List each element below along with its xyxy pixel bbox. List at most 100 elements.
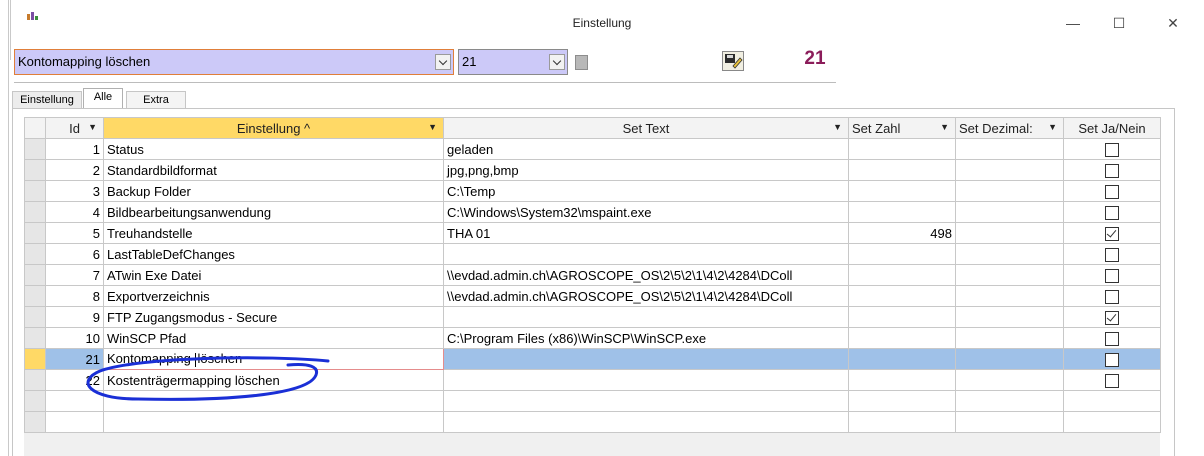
cell-id[interactable]: 2	[45, 159, 104, 181]
row-selector[interactable]	[24, 327, 46, 349]
ja-nein-checkbox[interactable]	[1105, 163, 1119, 178]
cell-set-text[interactable]	[443, 243, 849, 265]
cell-einstellung[interactable]: Exportverzeichnis	[103, 285, 444, 307]
ja-nein-checkbox[interactable]	[1105, 226, 1119, 241]
column-header-id[interactable]: Id ▼	[45, 117, 104, 139]
column-header-set-text[interactable]: Set Text ▼	[443, 117, 849, 139]
close-button[interactable]: ✕	[1150, 10, 1196, 36]
table-row[interactable]: 9 FTP Zugangsmodus - Secure	[24, 306, 1161, 328]
row-selector[interactable]	[24, 243, 46, 265]
cell-id[interactable]: 8	[45, 285, 104, 307]
row-selector[interactable]	[24, 264, 46, 286]
id-combobox[interactable]: 21	[458, 49, 568, 75]
table-row[interactable]: 8 Exportverzeichnis \\evdad.admin.ch\AGROS…	[24, 285, 1161, 307]
cell-set-zahl[interactable]	[848, 306, 956, 328]
cell-set-zahl[interactable]	[848, 243, 956, 265]
cell-id[interactable]: 10	[45, 327, 104, 349]
column-header-set-ja-nein[interactable]: Set Ja/Nein	[1063, 117, 1161, 139]
table-row[interactable]: 10 WinSCP Pfad C:\Program Files (x86)\WinS…	[24, 327, 1161, 349]
row-selector[interactable]	[24, 369, 46, 391]
cell-set-dezimal[interactable]	[955, 285, 1064, 307]
table-row[interactable]: 7 ATwin Exe Datei \\evdad.admin.ch\AGROSCO…	[24, 264, 1161, 286]
cell-set-zahl[interactable]: 498	[848, 222, 956, 244]
cell-id[interactable]: 4	[45, 201, 104, 223]
table-row[interactable]: 22 Kostenträgermapping löschen	[24, 369, 1161, 391]
table-row[interactable]: 6 LastTableDefChanges	[24, 243, 1161, 265]
cell-id[interactable]: 21	[45, 348, 104, 370]
row-selector[interactable]	[24, 180, 46, 202]
row-selector[interactable]	[24, 348, 46, 370]
filter-dropdown-icon[interactable]: ▼	[88, 122, 97, 132]
cell-set-dezimal[interactable]	[955, 222, 1064, 244]
cell-einstellung[interactable]: Kontomapping löschen	[103, 348, 444, 370]
row-selector[interactable]	[24, 222, 46, 244]
cell-set-text[interactable]	[443, 348, 849, 370]
cell-id[interactable]: 5	[45, 222, 104, 244]
minimize-button[interactable]: —	[1050, 10, 1096, 36]
filter-dropdown-icon[interactable]: ▼	[940, 122, 949, 132]
cell-id[interactable]: 9	[45, 306, 104, 328]
table-row[interactable]: 3 Backup Folder C:\Temp	[24, 180, 1161, 202]
ja-nein-checkbox[interactable]	[1105, 373, 1119, 388]
cell-set-zahl[interactable]	[848, 264, 956, 286]
ja-nein-checkbox[interactable]	[1105, 331, 1119, 346]
cell-set-zahl[interactable]	[848, 348, 956, 370]
cell-einstellung[interactable]: Status	[103, 138, 444, 160]
cell-set-zahl[interactable]	[848, 201, 956, 223]
ja-nein-checkbox[interactable]	[1105, 268, 1119, 283]
row-selector[interactable]	[24, 201, 46, 223]
cell-set-dezimal[interactable]	[955, 201, 1064, 223]
cell-set-text[interactable]: jpg,png,bmp	[443, 159, 849, 181]
maximize-button[interactable]: ☐	[1096, 10, 1142, 36]
cell-set-dezimal[interactable]	[955, 138, 1064, 160]
setting-combobox[interactable]: Kontomapping löschen	[14, 49, 454, 75]
cell-set-dezimal[interactable]	[955, 264, 1064, 286]
cell-id[interactable]: 22	[45, 369, 104, 391]
cell-set-text[interactable]	[443, 306, 849, 328]
ja-nein-checkbox[interactable]	[1105, 247, 1119, 262]
cell-einstellung[interactable]: WinSCP Pfad	[103, 327, 444, 349]
cell-id[interactable]: 6	[45, 243, 104, 265]
cell-einstellung[interactable]: Kostenträgermapping löschen	[103, 369, 444, 391]
select-all-corner[interactable]	[24, 117, 46, 139]
setting-combobox-dropdown-button[interactable]	[435, 54, 451, 70]
cell-set-zahl[interactable]	[848, 138, 956, 160]
cell-set-text[interactable]: THA 01	[443, 222, 849, 244]
table-row[interactable]: 4 Bildbearbeitungsanwendung C:\Windows\Sys…	[24, 201, 1161, 223]
id-combobox-dropdown-button[interactable]	[549, 54, 565, 70]
edit-record-button[interactable]	[722, 51, 744, 71]
table-row[interactable]: 21 Kontomapping löschen	[24, 348, 1161, 370]
cell-set-zahl[interactable]	[848, 180, 956, 202]
row-selector[interactable]	[24, 306, 46, 328]
cell-set-zahl[interactable]	[848, 369, 956, 391]
cell-id[interactable]: 1	[45, 138, 104, 160]
cell-einstellung[interactable]: Treuhandstelle	[103, 222, 444, 244]
row-selector[interactable]	[24, 285, 46, 307]
ja-nein-checkbox[interactable]	[1105, 205, 1119, 220]
cell-set-zahl[interactable]	[848, 159, 956, 181]
cell-set-text[interactable]: geladen	[443, 138, 849, 160]
cell-einstellung[interactable]: Backup Folder	[103, 180, 444, 202]
filter-dropdown-icon[interactable]: ▼	[1048, 122, 1057, 132]
cell-set-text[interactable]: C:\Program Files (x86)\WinSCP\WinSCP.exe	[443, 327, 849, 349]
cell-set-text[interactable]: C:\Windows\System32\mspaint.exe	[443, 201, 849, 223]
cell-set-dezimal[interactable]	[955, 327, 1064, 349]
cell-einstellung[interactable]: ATwin Exe Datei	[103, 264, 444, 286]
cell-set-text[interactable]: \\evdad.admin.ch\AGROSCOPE_OS\2\5\2\1\4\…	[443, 285, 849, 307]
cell-set-text[interactable]	[443, 369, 849, 391]
record-square-icon[interactable]	[575, 55, 588, 70]
cell-set-text[interactable]: C:\Temp	[443, 180, 849, 202]
table-row[interactable]: 5 Treuhandstelle THA 01 498	[24, 222, 1161, 244]
column-header-set-zahl[interactable]: Set Zahl ▼	[848, 117, 956, 139]
row-selector[interactable]	[24, 159, 46, 181]
cell-einstellung[interactable]: FTP Zugangsmodus - Secure	[103, 306, 444, 328]
cell-einstellung[interactable]: Standardbildformat	[103, 159, 444, 181]
column-header-einstellung[interactable]: Einstellung ^ ▼	[103, 117, 444, 139]
filter-dropdown-icon[interactable]: ▼	[428, 122, 437, 132]
cell-set-text[interactable]: \\evdad.admin.ch\AGROSCOPE_OS\2\5\2\1\4\…	[443, 264, 849, 286]
cell-set-dezimal[interactable]	[955, 159, 1064, 181]
cell-set-zahl[interactable]	[848, 285, 956, 307]
cell-set-dezimal[interactable]	[955, 348, 1064, 370]
cell-set-dezimal[interactable]	[955, 369, 1064, 391]
row-selector[interactable]	[24, 138, 46, 160]
